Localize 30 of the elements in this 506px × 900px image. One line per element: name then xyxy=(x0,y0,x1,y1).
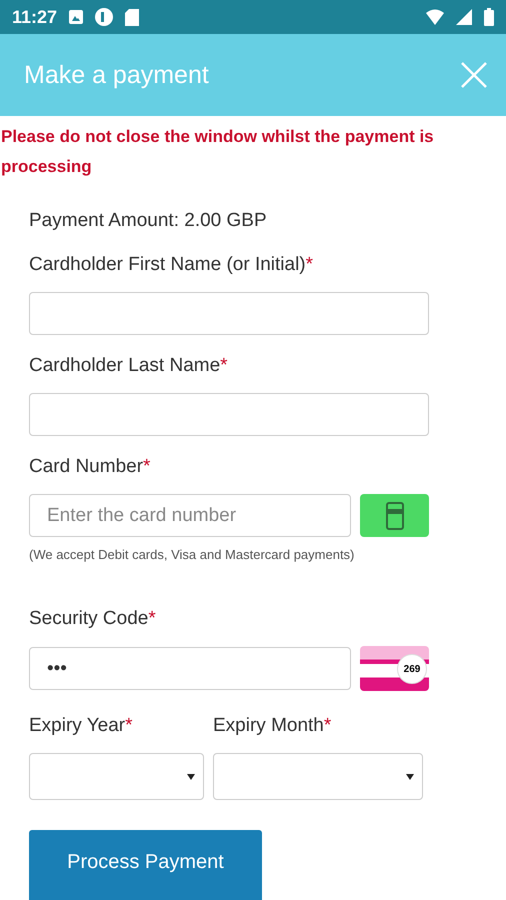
battery-icon xyxy=(484,8,494,26)
process-payment-button[interactable]: Process Payment xyxy=(29,830,262,900)
cvv-hint: 269 xyxy=(397,654,427,684)
page-title: Make a payment xyxy=(24,60,209,90)
accepted-cards-note: (We accept Debit cards, Visa and Mastercard payments) xyxy=(29,547,356,562)
field-label: Security Code* xyxy=(29,608,157,630)
warning-message: Please do not close the window whilst the payment is processing xyxy=(0,126,435,178)
card-icon xyxy=(386,502,404,530)
payment-amount: Payment Amount: 2.00 GBP xyxy=(29,210,268,232)
status-time: 11:27 xyxy=(12,6,58,28)
field-label: Cardholder Last Name* xyxy=(29,355,229,377)
dropdown[interactable] xyxy=(213,753,423,800)
photo-icon xyxy=(69,10,84,24)
sd-card-icon xyxy=(125,8,140,26)
card-number-field[interactable]: Enter the card number xyxy=(29,494,351,537)
security-code-field[interactable]: ••• xyxy=(29,647,351,690)
field-label: Expiry Month* xyxy=(213,715,332,737)
card-scan-button[interactable] xyxy=(360,494,429,537)
app-icon xyxy=(95,8,114,26)
field-label: Expiry Year* xyxy=(29,715,134,737)
text-field[interactable] xyxy=(29,393,429,436)
dropdown[interactable] xyxy=(29,753,204,800)
caret-icon xyxy=(406,774,414,780)
text-field[interactable] xyxy=(29,292,429,335)
caret-icon xyxy=(187,774,195,780)
wifi-icon xyxy=(426,9,444,25)
signal-icon xyxy=(456,9,472,25)
field-label: Cardholder First Name (or Initial)* xyxy=(29,254,314,276)
close-button[interactable] xyxy=(460,61,488,89)
field-label: Card Number* xyxy=(29,456,152,478)
